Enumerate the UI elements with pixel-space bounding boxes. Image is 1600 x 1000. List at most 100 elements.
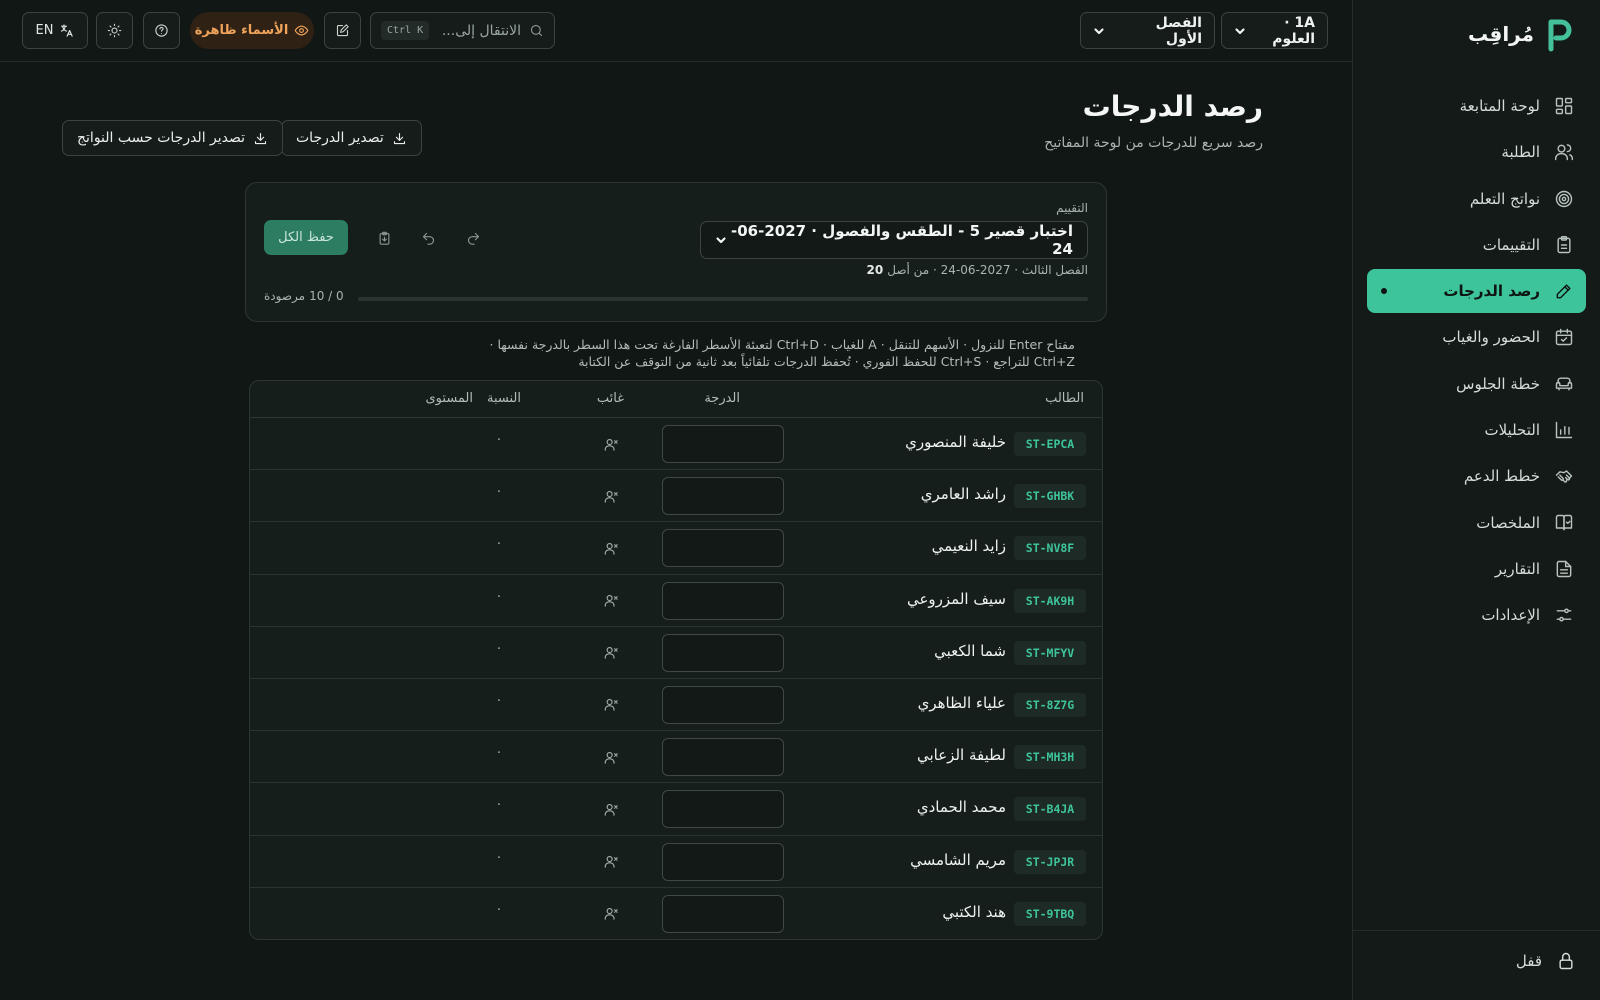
sidebar: مُراقِب لوحة المتابعة الطلبة نواتج التعل… xyxy=(1352,0,1600,1000)
student-id-badge: ST-JPJR xyxy=(1014,849,1086,874)
header-percent: النسبة xyxy=(487,391,521,406)
sidebar-item-support-plans[interactable]: خطط الدعم xyxy=(1367,454,1586,498)
sidebar-item-label: نواتج التعلم xyxy=(1469,189,1540,208)
user-x-icon xyxy=(604,802,619,817)
mark-absent-button[interactable] xyxy=(600,694,622,716)
grades-table: الطالب الدرجة غائب النسبة المستوى ST-EPC… xyxy=(249,380,1103,940)
class-select[interactable]: 1A · العلوم xyxy=(1221,12,1328,49)
table-row: ST-8Z7G علياء الظاهري · xyxy=(250,679,1102,732)
export-by-outcomes-button[interactable]: تصدير الدرجات حسب النواتج xyxy=(62,120,284,156)
sidebar-footer: قفل xyxy=(1352,930,1600,1000)
grade-input[interactable] xyxy=(662,477,784,516)
sidebar-item-reports[interactable]: التقارير xyxy=(1367,547,1586,591)
sidebar-item-summaries[interactable]: الملخصات xyxy=(1367,501,1586,545)
progress-suffix: مرصودة xyxy=(264,289,306,303)
mark-absent-button[interactable] xyxy=(600,903,622,925)
grade-input[interactable] xyxy=(662,685,784,724)
student-id-badge: ST-GHBK xyxy=(1014,484,1086,509)
quick-note-button[interactable] xyxy=(324,12,361,49)
chevron-down-icon xyxy=(1234,25,1246,37)
sidebar-item-attendance[interactable]: الحضور والغياب xyxy=(1367,315,1586,359)
student-id-badge: ST-8Z7G xyxy=(1014,692,1086,717)
student-id-badge: ST-AK9H xyxy=(1014,588,1086,613)
undo-icon xyxy=(421,231,436,246)
save-all-button[interactable]: حفظ الكل xyxy=(264,220,348,255)
mark-absent-button[interactable] xyxy=(600,485,622,507)
student-name: شما الكعبي xyxy=(934,641,1006,660)
sidebar-item-settings[interactable]: الإعدادات xyxy=(1367,593,1586,637)
user-x-icon xyxy=(604,437,619,452)
redo-button[interactable] xyxy=(462,227,484,249)
sidebar-item-analytics[interactable]: التحليلات xyxy=(1367,408,1586,452)
brand-name: مُراقِب xyxy=(1468,22,1534,46)
grade-input[interactable] xyxy=(662,790,784,829)
progress-count: 0 / 10 xyxy=(309,289,344,303)
student-name: محمد الحمادي xyxy=(916,798,1006,817)
sidebar-item-grade-entry[interactable]: رصد الدرجات xyxy=(1367,269,1586,314)
export-grades-button[interactable]: تصدير الدرجات xyxy=(281,120,422,156)
sliders-icon xyxy=(1554,605,1574,625)
grade-input[interactable] xyxy=(662,633,784,672)
names-visible-toggle[interactable]: الأسماء ظاهرة xyxy=(190,12,314,49)
language-label: EN xyxy=(35,23,54,38)
search-placeholder: الانتقال إلى... xyxy=(441,22,521,39)
table-row: ST-MH3H لطيفة الزعابي · xyxy=(250,731,1102,784)
table-row: ST-AK9H سيف المزروعي · xyxy=(250,575,1102,627)
theme-toggle-button[interactable] xyxy=(96,12,133,49)
grade-percent: · xyxy=(496,746,501,762)
active-indicator xyxy=(1381,288,1387,295)
mark-absent-button[interactable] xyxy=(600,590,622,612)
grade-input[interactable] xyxy=(662,425,784,463)
users-icon xyxy=(1554,142,1574,162)
sidebar-item-students[interactable]: الطلبة xyxy=(1367,130,1586,174)
mark-absent-button[interactable] xyxy=(600,537,622,559)
grade-input[interactable] xyxy=(662,894,784,933)
lock-button[interactable]: قفل xyxy=(1516,951,1576,971)
header-student: الطالب xyxy=(1045,391,1084,406)
chevron-down-icon xyxy=(1093,25,1105,37)
student-id-badge: ST-B4JA xyxy=(1014,797,1086,822)
student-id-badge: ST-MH3H xyxy=(1014,745,1086,770)
sidebar-item-outcomes[interactable]: نواتج التعلم xyxy=(1367,177,1586,221)
sidebar-item-assessments[interactable]: التقييمات xyxy=(1367,223,1586,267)
undo-button[interactable] xyxy=(417,227,439,249)
user-x-icon xyxy=(604,906,619,921)
grade-percent: · xyxy=(496,589,501,605)
export-by-outcomes-label: تصدير الدرجات حسب النواتج xyxy=(77,130,246,146)
sidebar-nav: لوحة المتابعة الطلبة نواتج التعلم التقيي… xyxy=(1367,84,1586,640)
mark-absent-button[interactable] xyxy=(600,798,622,820)
student-id-badge: ST-EPCA xyxy=(1014,432,1086,456)
grade-input[interactable] xyxy=(662,842,784,881)
search-input[interactable]: الانتقال إلى... Ctrl K xyxy=(370,12,555,49)
term-select[interactable]: الفصل الأول xyxy=(1080,12,1215,49)
paste-button[interactable] xyxy=(373,227,395,249)
student-id-badge: ST-NV8F xyxy=(1014,536,1086,561)
download-icon xyxy=(392,131,407,146)
sidebar-item-dashboard[interactable]: لوحة المتابعة xyxy=(1367,84,1586,128)
eye-icon xyxy=(294,23,309,38)
seat-icon xyxy=(1554,374,1574,394)
book-check-icon xyxy=(1554,513,1574,533)
user-x-icon xyxy=(604,697,619,712)
mark-absent-button[interactable] xyxy=(600,746,622,768)
language-button[interactable]: EN xyxy=(22,12,88,49)
assessment-select[interactable]: اختبار قصير 5 - الطقس والفصول · 2027-06-… xyxy=(700,221,1088,259)
translate-icon xyxy=(59,23,74,38)
grade-input[interactable] xyxy=(662,738,784,777)
assessment-meta-text: الفصل الثالث · 2027-06-24 · من أصل xyxy=(887,263,1088,277)
student-id-badge: ST-9TBQ xyxy=(1014,901,1086,926)
mark-absent-button[interactable] xyxy=(600,642,622,664)
student-name: راشد العامري xyxy=(920,485,1006,504)
progress-text: 0 / 10 مرصودة xyxy=(264,289,344,303)
class-select-value: 1A · العلوم xyxy=(1272,14,1315,47)
mark-absent-button[interactable] xyxy=(600,433,622,455)
mark-absent-button[interactable] xyxy=(600,851,622,873)
student-name: زايد النعيمي xyxy=(931,537,1006,556)
brand[interactable]: مُراقِب xyxy=(1468,16,1576,52)
sidebar-item-seating[interactable]: خطة الجلوس xyxy=(1367,362,1586,406)
grade-input[interactable] xyxy=(662,581,784,620)
grade-percent: · xyxy=(496,537,501,553)
grade-input[interactable] xyxy=(662,529,784,568)
header-level: المستوى xyxy=(425,391,474,406)
help-button[interactable] xyxy=(143,12,180,49)
